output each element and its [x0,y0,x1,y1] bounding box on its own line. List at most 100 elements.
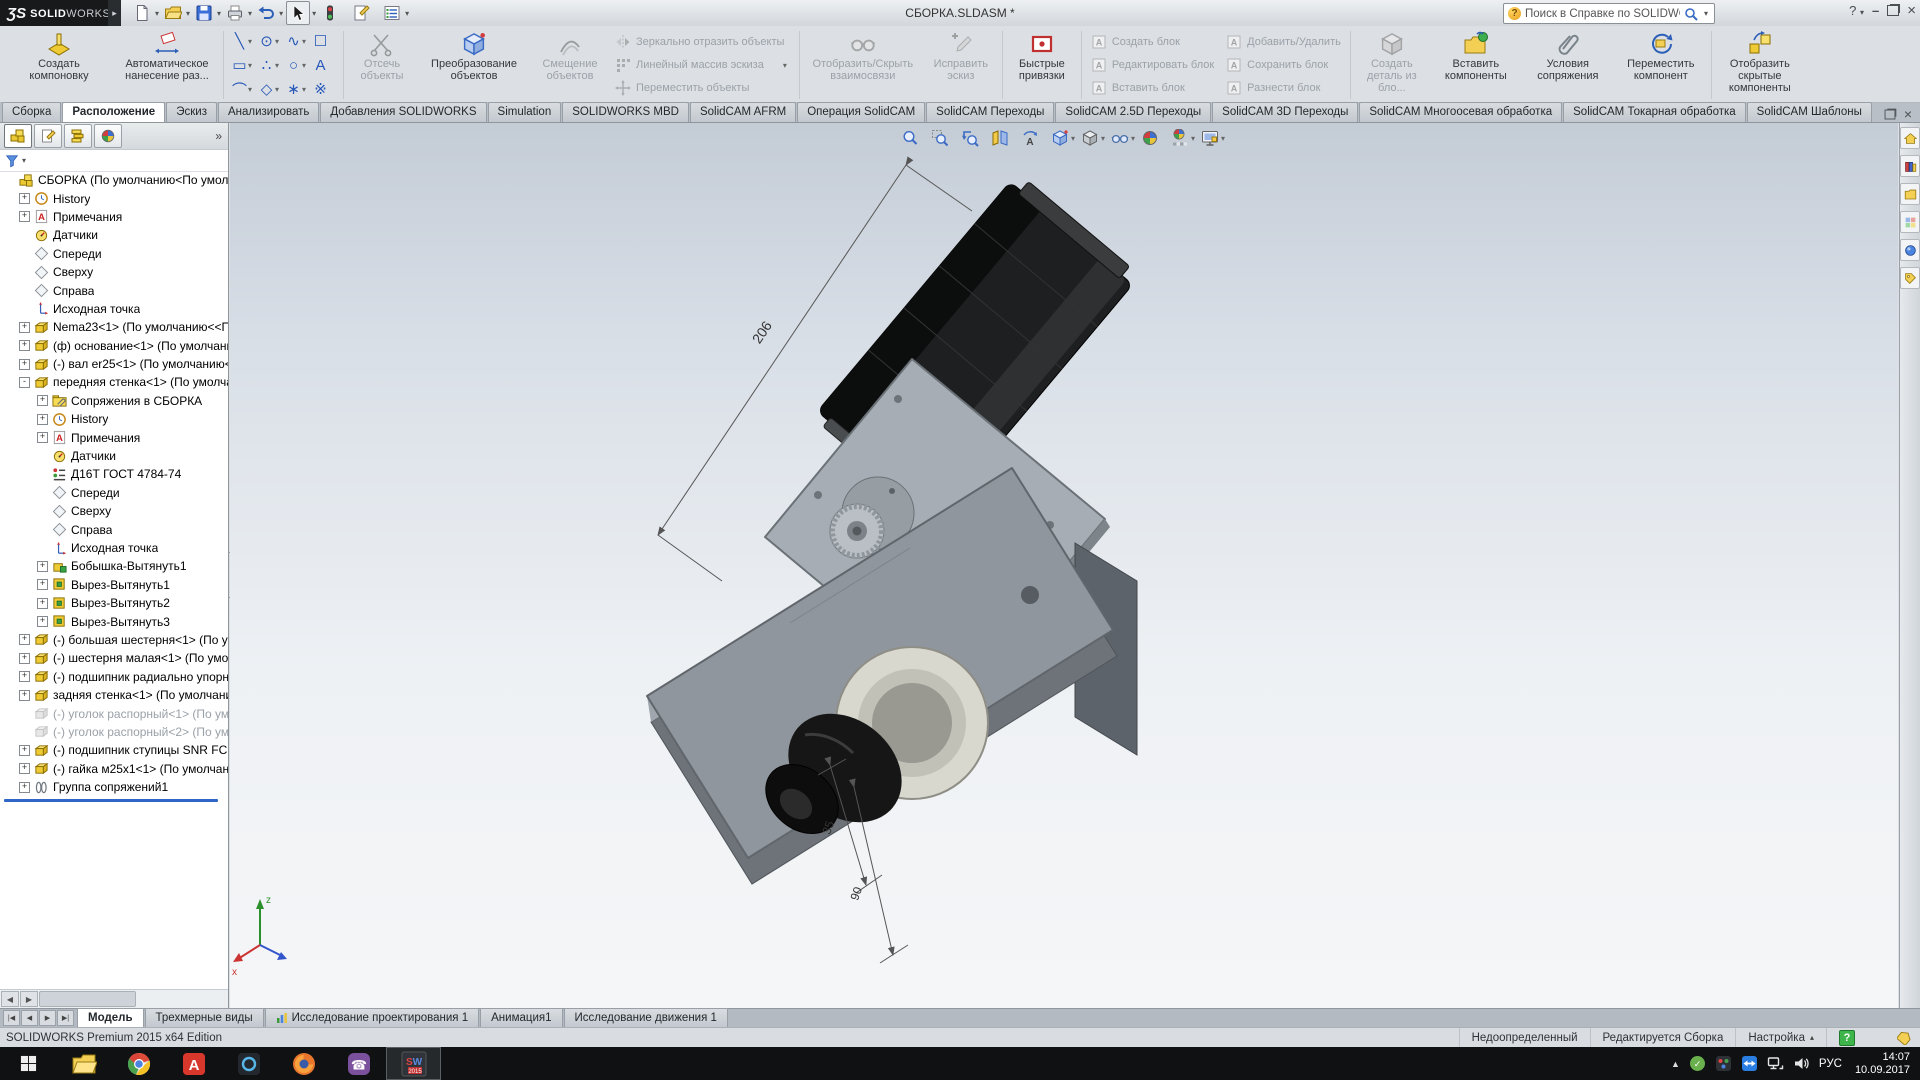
dropdown-caret-icon[interactable]: ▾ [302,85,309,94]
ribbon-tab[interactable]: Анализировать [218,102,319,122]
document-tab[interactable]: Трехмерные виды [145,1008,264,1027]
tree-item[interactable]: - передняя стенка<1> (По умолчан [0,373,228,391]
make-part-from-block-button[interactable]: Создать деталь из бло... [1354,28,1430,102]
tree-expander[interactable]: + [19,322,30,333]
file-properties-button[interactable] [350,2,372,24]
rebuild-button[interactable] [319,2,341,24]
configuration-selector[interactable]: Настройка▴ [1735,1028,1826,1047]
tab-scroll-first-icon[interactable]: |◀ [3,1010,20,1026]
selection-box-tool[interactable]: ☐ ▾ [312,29,336,53]
tree-item[interactable]: + Вырез-Вытянуть2 [0,594,228,612]
hatch-tool[interactable]: ※ ▾ [312,77,336,101]
circle-tool[interactable]: ⊙ ▾ [258,29,282,53]
tree-item[interactable]: Спереди [0,245,228,263]
apply-scene-button[interactable]: ▾ [1170,127,1198,149]
appearances-tab[interactable] [1900,239,1920,261]
options-button[interactable] [381,2,403,24]
tree-item[interactable]: + (-) шестерня малая<1> (По умол [0,649,228,667]
tray-green-icon[interactable] [1689,1055,1706,1072]
menu-flyout-arrow-icon[interactable]: ▸ [108,0,121,26]
tree-expander[interactable]: + [37,598,48,609]
language-indicator[interactable]: РУС [1819,1058,1842,1070]
configuration-manager-tab[interactable] [64,124,92,148]
help-button[interactable]: ? ▾ [1849,3,1864,18]
chrome-icon[interactable] [111,1047,166,1080]
display-style-button[interactable]: ▾ [1080,127,1108,149]
insert-components-button[interactable]: Вставить компоненты [1430,28,1522,102]
dropdown-caret-icon[interactable]: ▾ [302,37,309,46]
edit-appearance-button[interactable]: ▾ [1140,127,1168,149]
tree-expander[interactable]: + [37,579,48,590]
firefox-icon[interactable] [276,1047,331,1080]
graphics-area[interactable]: ▾ ▾ ▾ ▾ ▾ ▾ [230,123,1898,1008]
ribbon-tab[interactable]: SolidCAM Переходы [926,102,1054,122]
tree-expander[interactable]: + [19,359,30,370]
ribbon-tab[interactable]: Операция SolidCAM [797,102,925,122]
tree-expander[interactable]: + [37,616,48,627]
close-button[interactable]: × [1907,2,1916,19]
teamviewer-icon[interactable] [1741,1055,1758,1072]
ribbon-tab[interactable]: Эскиз [166,102,217,122]
tree-item[interactable]: СБОРКА (По умолчанию<По умолч [0,171,228,189]
ribbon-tab[interactable]: Сборка [2,102,61,122]
tag-icon[interactable] [1867,1030,1920,1045]
tree-item[interactable]: + Группа сопряжений1 [0,778,228,796]
move-entities-button[interactable]: Переместить объекты [611,77,794,99]
insert-block-button[interactable]: Вставить блок [1087,77,1218,99]
file-explorer-tab[interactable] [1900,183,1920,205]
dropdown-caret-icon[interactable]: ▾ [155,9,159,18]
line-tool[interactable]: ╲ ▾ [231,29,255,53]
ribbon-tab[interactable]: Simulation [488,102,562,122]
dropdown-caret-icon[interactable]: ▾ [217,9,221,18]
search-icon[interactable] [1684,7,1698,21]
dimension-label[interactable]: 90 [847,885,865,903]
tree-item[interactable]: (-) уголок распорный<1> (По ум [0,704,228,722]
panel-more-chevron-icon[interactable]: » [215,129,224,143]
tree-expander[interactable]: + [19,211,30,222]
trim-entities-button[interactable]: Отсечь объекты [347,28,417,102]
dimension-label[interactable]: 206 [749,318,775,346]
feature-manager-tab[interactable] [4,124,32,148]
tree-item[interactable]: + задняя стенка<1> (По умолчанию [0,686,228,704]
tree-item[interactable]: Справа [0,281,228,299]
search-input[interactable]: Поиск в Справке по SOLIDWORKS [1525,8,1680,20]
dropdown-caret-icon[interactable]: ▾ [186,9,190,18]
dropdown-caret-icon[interactable]: ▾ [248,37,255,46]
quick-tips-toggle[interactable]: ? [1826,1028,1867,1047]
tab-scroll-prev-icon[interactable]: ◀ [21,1010,38,1026]
tree-horizontal-scrollbar[interactable]: ◀ ▶ [0,989,228,1008]
design-library-tab[interactable] [1900,155,1920,177]
ribbon-tab[interactable]: SolidCAM 3D Переходы [1212,102,1358,122]
make-block-button[interactable]: Создать блок [1087,31,1218,53]
ribbon-tab[interactable]: SolidCAM Многоосевая обработка [1359,102,1562,122]
rectangle-tool[interactable]: ▭ ▾ [231,53,255,77]
tray-multicolor-icon[interactable] [1715,1055,1732,1072]
tree-expander[interactable]: + [19,763,30,774]
tree-item[interactable]: + History [0,410,228,428]
point-tool[interactable]: ∗ ▾ [285,77,309,101]
custom-properties-tab[interactable] [1900,267,1920,289]
dropdown-caret-icon[interactable]: ▾ [302,61,309,70]
move-component-button[interactable]: Переместить компонент [1614,28,1708,102]
dropdown-caret-icon[interactable]: ▾ [405,9,409,18]
ribbon-tab[interactable]: SolidCAM AFRM [690,102,796,122]
tree-item[interactable]: + (-) большая шестерня<1> (По ум [0,631,228,649]
tree-expander[interactable]: + [19,193,30,204]
tree-item[interactable]: + (ф) основание<1> (По умолчани [0,337,228,355]
ribbon-tab[interactable]: SolidCAM Шаблоны [1747,102,1872,122]
select-button[interactable] [286,1,310,25]
tree-expander[interactable]: + [37,414,48,425]
offset-entities-button[interactable]: Смещение объектов [531,28,609,102]
tree-expander[interactable]: + [19,671,30,682]
tree-item[interactable]: + Сопряжения в СБОРКА [0,392,228,410]
dropdown-caret-icon[interactable]: ▾ [248,9,252,18]
assembly-3d-model[interactable]: 206 35 90 x z [230,123,1898,1008]
spline-tool[interactable]: ∿ ▾ [285,29,309,53]
volume-icon[interactable] [1793,1055,1810,1072]
doc-restore-button[interactable] [1884,109,1895,119]
new-document-button[interactable] [131,2,153,24]
ribbon-tab[interactable]: SolidCAM Токарная обработка [1563,102,1746,122]
filter-caret-icon[interactable]: ▾ [22,156,26,165]
ellipse-tool[interactable]: ○ ▾ [285,53,309,77]
tree-expander[interactable]: - [19,377,30,388]
